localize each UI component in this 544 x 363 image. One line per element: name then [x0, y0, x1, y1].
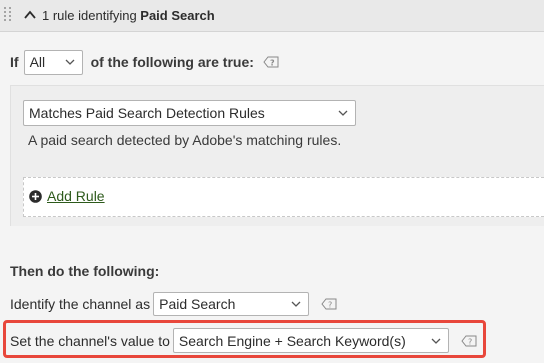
- rule-type-value: Matches Paid Search Detection Rules: [29, 105, 265, 121]
- add-rule-label: Add Rule: [47, 188, 105, 204]
- plus-circle-icon: [29, 189, 42, 203]
- rule-type-select[interactable]: Matches Paid Search Detection Rules: [23, 100, 356, 126]
- drag-handle-icon[interactable]: [4, 7, 16, 23]
- condition-suffix: of the following are true:: [90, 54, 254, 70]
- action-title: Then do the following:: [10, 263, 160, 279]
- channel-value-selected: Search Engine + Search Keyword(s): [178, 332, 406, 349]
- if-label: If: [10, 54, 19, 70]
- set-value-row: Set the channel's value to Search Engine…: [10, 328, 477, 353]
- channel-select[interactable]: Paid Search: [153, 292, 310, 316]
- rule-header-channel-name: Paid Search: [140, 8, 215, 23]
- add-rule-link[interactable]: Add Rule: [29, 188, 105, 204]
- svg-text:?: ?: [328, 301, 332, 310]
- help-icon[interactable]: ?: [263, 56, 279, 68]
- chevron-down-icon: [291, 301, 301, 307]
- match-type-select[interactable]: All: [23, 49, 83, 75]
- channel-value: Paid Search: [159, 296, 236, 312]
- svg-text:?: ?: [468, 337, 472, 346]
- chevron-up-icon[interactable]: [23, 9, 37, 21]
- svg-text:?: ?: [270, 59, 275, 68]
- chevron-down-icon: [338, 110, 348, 116]
- match-type-value: All: [29, 54, 46, 70]
- identify-label: Identify the channel as: [10, 296, 151, 312]
- help-icon[interactable]: ?: [461, 335, 477, 347]
- rule-header-prefix: 1 rule identifying: [42, 8, 141, 23]
- chevron-down-icon: [65, 59, 75, 65]
- rule-header-title: 1 rule identifying Paid Search: [42, 8, 215, 23]
- condition-row: If All of the following are true: ?: [10, 49, 279, 75]
- channel-value-select[interactable]: Search Engine + Search Keyword(s): [172, 328, 449, 353]
- identify-row: Identify the channel as Paid Search ?: [10, 292, 337, 316]
- rule-editor: 1 rule identifying Paid Search If All of…: [0, 0, 544, 363]
- rule-header[interactable]: 1 rule identifying Paid Search: [0, 0, 544, 32]
- help-icon[interactable]: ?: [321, 298, 337, 310]
- chevron-down-icon: [431, 338, 441, 344]
- rule-description: A paid search detected by Adobe's matchi…: [28, 132, 342, 148]
- set-value-label: Set the channel's value to: [10, 332, 170, 349]
